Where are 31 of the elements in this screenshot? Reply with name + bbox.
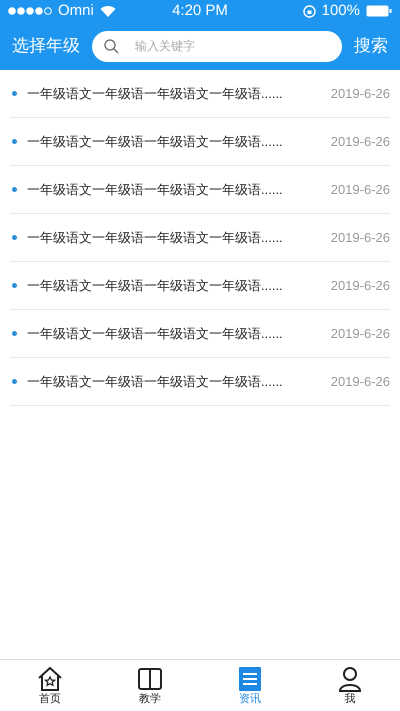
news-title[interactable]: 一年级语文一年级语一年级语文一年级语...... (27, 228, 331, 248)
news-date: 2019-6-26 (330, 228, 390, 247)
tab-item[interactable]: 教学 (100, 660, 200, 711)
news-date: 2019-6-26 (330, 180, 390, 199)
battery-percent: 100% (322, 0, 360, 21)
news-title[interactable]: 一年级语文一年级语一年级语文一年级语...... (27, 276, 331, 296)
signal-icon (8, 7, 52, 15)
news-title[interactable]: 一年级语文一年级语一年级语文一年级语...... (27, 372, 331, 392)
news-title[interactable]: 一年级语文一年级语一年级语文一年级语...... (27, 132, 331, 152)
tab-item[interactable]: 资讯 (200, 660, 300, 711)
book-icon (136, 666, 164, 692)
battery-icon (366, 5, 392, 17)
news-date: 2019-6-26 (330, 132, 390, 151)
news-title[interactable]: 一年级语文一年级语一年级语文一年级语...... (27, 84, 331, 104)
news-title[interactable]: 一年级语文一年级语一年级语文一年级语...... (27, 180, 331, 200)
tab-item[interactable]: 我 (300, 660, 400, 711)
rotation-lock-icon (302, 4, 316, 18)
news-date: 2019-6-26 (330, 372, 390, 391)
status-time: 4:20 PM (172, 0, 228, 21)
news-date: 2019-6-26 (330, 84, 390, 103)
news-date: 2019-6-26 (330, 324, 390, 343)
search-icon (104, 38, 119, 54)
news-title[interactable]: 一年级语文一年级语一年级语文一年级语...... (27, 324, 331, 344)
list-icon (236, 666, 264, 692)
carrier-name: Omni (58, 0, 94, 21)
house-star-icon (36, 666, 64, 692)
tab-item[interactable]: 首页 (0, 660, 100, 711)
search-field[interactable]: 输入关键字 (92, 30, 342, 62)
user-icon (336, 666, 364, 692)
wifi-icon (100, 5, 116, 17)
news-date: 2019-6-26 (330, 276, 390, 295)
